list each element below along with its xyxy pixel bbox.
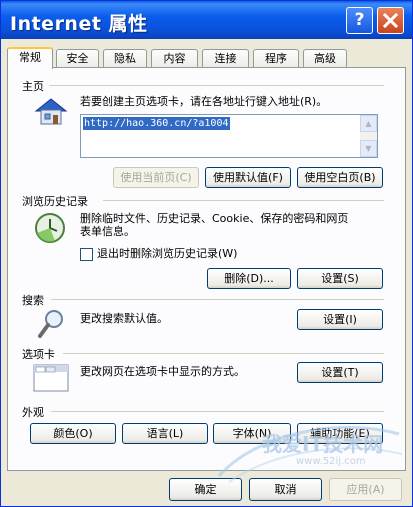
home-divider [49,85,384,86]
delete-on-exit-checkbox[interactable] [80,248,93,261]
scroll-up-arrow-icon[interactable]: ▲ [360,115,377,132]
internet-properties-dialog: Internet 属性 ? 常规 安全 隐私 内容 连接 程序 高级 主页 若要… [0,0,413,507]
tab-general[interactable]: 常规 [7,47,53,69]
tabs-section-title: 选项卡 [22,348,55,361]
help-button[interactable]: ? [346,7,373,34]
home-page-address-field[interactable]: http://hao.360.cn/?a1004 ▲ ▼ [80,114,378,158]
history-settings-button[interactable]: 设置(S) [297,268,383,289]
history-divider [103,200,384,201]
tabs-settings-button[interactable]: 设置(T) [297,362,383,383]
appearance-divider [51,411,384,412]
tab-programs[interactable]: 程序 [253,49,299,68]
search-section-title: 搜索 [22,294,44,307]
close-button[interactable] [377,7,404,34]
search-settings-button[interactable]: 设置(I) [297,309,383,330]
watermark-url: www.52ij.com [296,456,366,467]
home-description: 若要创建主页选项卡，请在各地址行键入地址(R)。 [80,95,328,108]
watermark: 我爱IT技术网 www.52ij.com [214,416,404,486]
tab-advanced[interactable]: 高级 [303,49,347,68]
title-bar[interactable]: Internet 属性 ? [1,1,412,39]
watermark-text: 我爱IT技术网 [262,432,384,456]
tab-connections[interactable]: 连接 [202,49,249,68]
delete-history-button[interactable]: 删除(D)... [207,268,291,289]
history-description-line1: 删除临时文件、历史记录、Cookie、保存的密码和网页 [80,212,349,225]
history-clock-icon [35,213,65,243]
delete-on-exit-label[interactable]: 退出时删除浏览历史记录(W) [97,247,237,261]
search-divider [51,299,384,300]
history-description-line2: 表单信息。 [80,225,135,238]
use-default-button[interactable]: 使用默认值(F) [205,167,291,188]
tabs-description: 更改网页在选项卡中显示的方式。 [80,365,245,378]
close-icon [382,12,399,29]
window-title: Internet 属性 [10,13,148,35]
tab-security[interactable]: 安全 [56,49,99,68]
scroll-down-arrow-icon[interactable]: ▼ [360,140,377,157]
home-section-title: 主页 [22,80,44,93]
use-blank-button[interactable]: 使用空白页(B) [297,167,383,188]
magnifier-icon [38,310,63,338]
tab-content[interactable]: 内容 [151,49,198,68]
colors-button[interactable]: 颜色(O) [30,423,116,444]
house-icon [34,98,68,125]
search-description: 更改搜索默认值。 [80,312,168,325]
address-scrollbar[interactable]: ▲ ▼ [360,115,377,157]
appearance-section-title: 外观 [22,406,44,419]
tab-privacy[interactable]: 隐私 [103,49,147,68]
history-section-title: 浏览历史记录 [22,195,88,208]
tabbed-window-icon [33,364,69,392]
languages-button[interactable]: 语言(L) [122,423,208,444]
tabs-section-divider [63,353,384,354]
use-current-button[interactable]: 使用当前页(C) [113,167,199,188]
home-page-url: http://hao.360.cn/?a1004 [83,117,230,130]
